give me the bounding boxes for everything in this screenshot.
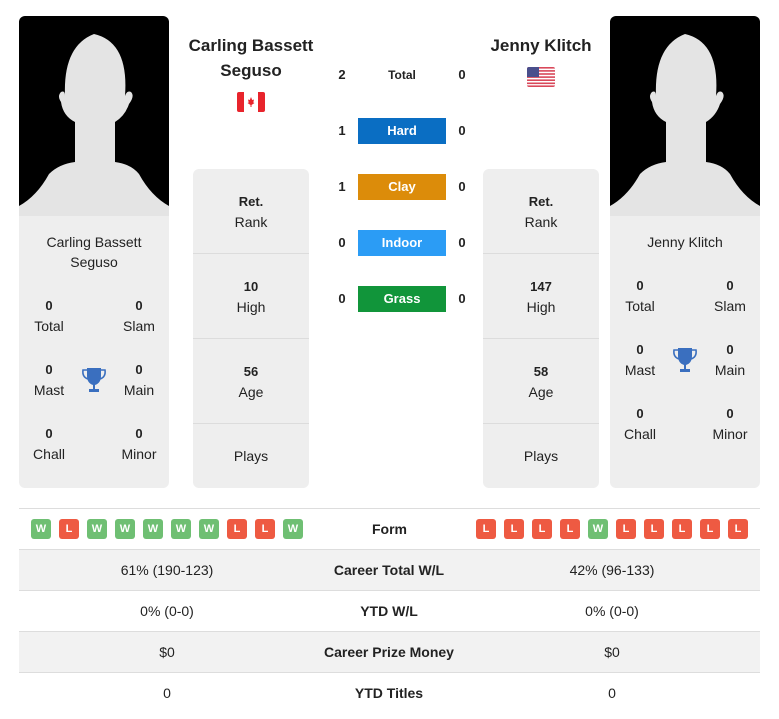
player2-card-name: Jenny Klitch (647, 234, 723, 250)
player1-age: 56 Age (193, 339, 309, 424)
h2h-row-clay: 1 Clay 0 (328, 174, 478, 200)
silhouette-icon (19, 34, 169, 216)
player1-form-badges: WLWWWWWLLW (31, 519, 303, 539)
player1-mast-titles: 0 Mast (33, 362, 65, 398)
player1-form-badge-win[interactable]: W (115, 519, 135, 539)
player2-rank: Ret. Rank (483, 169, 599, 254)
player2-form-badge-loss[interactable]: L (476, 519, 496, 539)
player1-career-total-wl: 61% (190-123) (120, 562, 214, 578)
h2h-p2-grass: 0 (458, 291, 466, 306)
player1-form-badge-win[interactable]: W (283, 519, 303, 539)
player1-form-badge-win[interactable]: W (199, 519, 219, 539)
player1-chall-titles: 0 Chall (33, 426, 65, 462)
player2-photo (610, 16, 760, 216)
player1-high: 10 High (193, 254, 309, 339)
player1-photo (19, 16, 169, 216)
player1-form-badge-win[interactable]: W (31, 519, 51, 539)
player2-form-badge-loss[interactable]: L (672, 519, 692, 539)
career-prize-money-row: $0 Career Prize Money $0 (19, 631, 760, 672)
player1-form-badge-win[interactable]: W (87, 519, 107, 539)
player1-slam-titles: 0 Slam (123, 298, 155, 334)
ytd-wl-row: 0% (0-0) YTD W/L 0% (0-0) (19, 590, 760, 631)
player1-total-titles: 0 Total (34, 298, 64, 334)
career-total-wl-row: 61% (190-123) Career Total W/L 42% (96-1… (19, 549, 760, 590)
player2-mast-titles: 0 Mast (624, 342, 656, 378)
h2h-p1-total: 2 (338, 67, 346, 82)
h2h-p1-grass: 0 (338, 291, 346, 306)
player1-titles-card: Carling Bassett Seguso 0 Total 0 Slam 0 … (19, 216, 169, 488)
player1-minor-titles: 0 Minor (121, 426, 157, 462)
h2h-row-total: 2 Total 0 (328, 62, 478, 88)
ytd-wl-label: YTD W/L (360, 603, 418, 619)
player2-ytd-titles: 0 (608, 685, 616, 701)
player1-name-link[interactable]: Carling Bassett Seguso (178, 33, 324, 83)
section-divider (19, 508, 760, 509)
h2h-p1-clay: 1 (338, 179, 346, 194)
player2-age: 58 Age (483, 339, 599, 424)
form-label: Form (372, 521, 407, 537)
h2h-row-hard: 1 Hard 0 (328, 118, 478, 144)
canada-flag-icon (237, 92, 265, 112)
player2-total-titles: 0 Total (625, 278, 655, 314)
player2-plays: Plays (523, 448, 559, 464)
h2h-p1-indoor: 0 (338, 235, 346, 250)
player1-ytd-wl: 0% (0-0) (140, 603, 194, 619)
player2-career-total-wl: 42% (96-133) (569, 562, 655, 578)
player1-form-badge-loss[interactable]: L (59, 519, 79, 539)
player2-form-badge-win[interactable]: W (588, 519, 608, 539)
player2-main-titles: 0 Main (714, 342, 746, 378)
h2h-p1-hard: 1 (338, 123, 346, 138)
h2h-p2-clay: 0 (458, 179, 466, 194)
surface-grass-badge[interactable]: Grass (358, 286, 446, 312)
player2-titles-card: Jenny Klitch 0 Total 0 Slam 0 Mast 0 Mai… (610, 216, 760, 488)
surface-indoor-badge[interactable]: Indoor (358, 230, 446, 256)
player2-form-badge-loss[interactable]: L (616, 519, 636, 539)
player1-form-badge-win[interactable]: W (143, 519, 163, 539)
player2-chall-titles: 0 Chall (624, 406, 656, 442)
h2h-p2-indoor: 0 (458, 235, 466, 250)
player2-minor-titles: 0 Minor (712, 406, 748, 442)
player2-form-badge-loss[interactable]: L (644, 519, 664, 539)
player2-form-badges: LLLLWLLLLL (476, 519, 748, 539)
career-prize-money-label: Career Prize Money (324, 644, 454, 660)
silhouette-icon (610, 34, 760, 216)
h2h-row-grass: 0 Grass 0 (328, 286, 478, 312)
surface-hard-badge[interactable]: Hard (358, 118, 446, 144)
player1-career-prize-money: $0 (159, 644, 175, 660)
player2-form-badge-loss[interactable]: L (560, 519, 580, 539)
player1-info-column: Ret. Rank 10 High 56 Age Plays (193, 169, 309, 488)
career-total-wl-label: Career Total W/L (333, 562, 445, 578)
player1-rank: Ret. Rank (193, 169, 309, 254)
player2-form-badge-loss[interactable]: L (700, 519, 720, 539)
player2-career-prize-money: $0 (604, 644, 620, 660)
player2-form-badge-loss[interactable]: L (504, 519, 524, 539)
player2-slam-titles: 0 Slam (714, 278, 746, 314)
ytd-titles-row: 0 YTD Titles 0 (19, 672, 760, 713)
trophy-icon (672, 346, 698, 376)
player1-form-badge-loss[interactable]: L (227, 519, 247, 539)
player2-name-link[interactable]: Jenny Klitch (468, 33, 614, 58)
player1-main-titles: 0 Main (123, 362, 155, 398)
h2h-p2-hard: 0 (458, 123, 466, 138)
form-row: WLWWWWWLLW Form LLLLWLLLLL (19, 510, 760, 548)
player2-high: 147 High (483, 254, 599, 339)
player2-form-badge-loss[interactable]: L (532, 519, 552, 539)
player1-plays: Plays (233, 448, 269, 464)
usa-flag-icon (527, 67, 555, 87)
trophy-icon (81, 366, 107, 396)
h2h-total-label: Total (388, 68, 416, 82)
surface-clay-badge[interactable]: Clay (358, 174, 446, 200)
player1-card-name: Carling Bassett Seguso (46, 234, 142, 270)
player2-ytd-wl: 0% (0-0) (585, 603, 639, 619)
player1-ytd-titles: 0 (163, 685, 171, 701)
player1-form-badge-loss[interactable]: L (255, 519, 275, 539)
player1-form-badge-win[interactable]: W (171, 519, 191, 539)
player2-form-badge-loss[interactable]: L (728, 519, 748, 539)
ytd-titles-label: YTD Titles (354, 685, 424, 701)
h2h-row-indoor: 0 Indoor 0 (328, 230, 478, 256)
h2h-p2-total: 0 (458, 67, 466, 82)
player2-info-column: Ret. Rank 147 High 58 Age Plays (483, 169, 599, 488)
